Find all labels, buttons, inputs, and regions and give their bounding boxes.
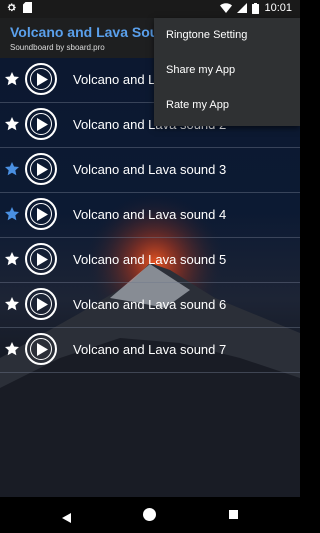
sound-title: Volcano and Lava sound 5 — [73, 252, 227, 267]
sound-row[interactable]: Volcano and Lava sound 6 — [0, 283, 300, 328]
overflow-menu: Ringtone Setting Share my App Rate my Ap… — [154, 18, 300, 126]
play-icon — [37, 298, 48, 311]
battery-icon — [252, 2, 260, 14]
play-button[interactable] — [25, 198, 57, 230]
recents-icon[interactable] — [229, 510, 238, 519]
play-button[interactable] — [25, 63, 57, 95]
app-subtitle: Soundboard by sboard.pro — [10, 43, 105, 52]
play-icon — [37, 73, 48, 86]
home-icon[interactable] — [143, 508, 156, 521]
play-icon — [37, 163, 48, 176]
back-icon[interactable] — [62, 510, 71, 528]
play-icon — [37, 253, 48, 266]
settings-icon — [6, 2, 17, 13]
sound-row[interactable]: Volcano and Lava sound 3 — [0, 148, 300, 193]
play-button[interactable] — [25, 288, 57, 320]
play-icon — [37, 208, 48, 221]
navigation-bar — [0, 497, 300, 533]
play-button[interactable] — [25, 243, 57, 275]
sound-row[interactable]: Volcano and Lava sound 5 — [0, 238, 300, 283]
star-icon[interactable] — [4, 251, 20, 267]
sound-title: Volcano and Lava sound 4 — [73, 207, 227, 222]
star-icon[interactable] — [4, 206, 20, 222]
wifi-icon — [220, 3, 233, 13]
play-icon — [37, 118, 48, 131]
sound-row[interactable]: Volcano and Lava sound 7 — [0, 328, 300, 373]
play-button[interactable] — [25, 333, 57, 365]
menu-item-rate-my-app[interactable]: Rate my App — [154, 88, 300, 123]
play-button[interactable] — [25, 153, 57, 185]
signal-icon — [237, 3, 248, 13]
menu-item-share-my-app[interactable]: Share my App — [154, 53, 300, 88]
star-icon[interactable] — [4, 71, 20, 87]
sound-row[interactable]: Volcano and Lava sound 4 — [0, 193, 300, 238]
star-icon[interactable] — [4, 161, 20, 177]
star-icon[interactable] — [4, 116, 20, 132]
sound-title: Volcano and Lava sound 3 — [73, 162, 227, 177]
status-bar: 10:01 — [0, 0, 300, 18]
play-button[interactable] — [25, 108, 57, 140]
sound-title: Volcano and Lava sound 7 — [73, 342, 227, 357]
star-icon[interactable] — [4, 296, 20, 312]
clock-time: 10:01 — [264, 2, 292, 14]
menu-item-ringtone-setting[interactable]: Ringtone Setting — [154, 18, 300, 53]
star-icon[interactable] — [4, 341, 20, 357]
sd-card-icon — [23, 2, 32, 13]
play-icon — [37, 343, 48, 356]
sound-title: Volcano and Lava sound 6 — [73, 297, 227, 312]
